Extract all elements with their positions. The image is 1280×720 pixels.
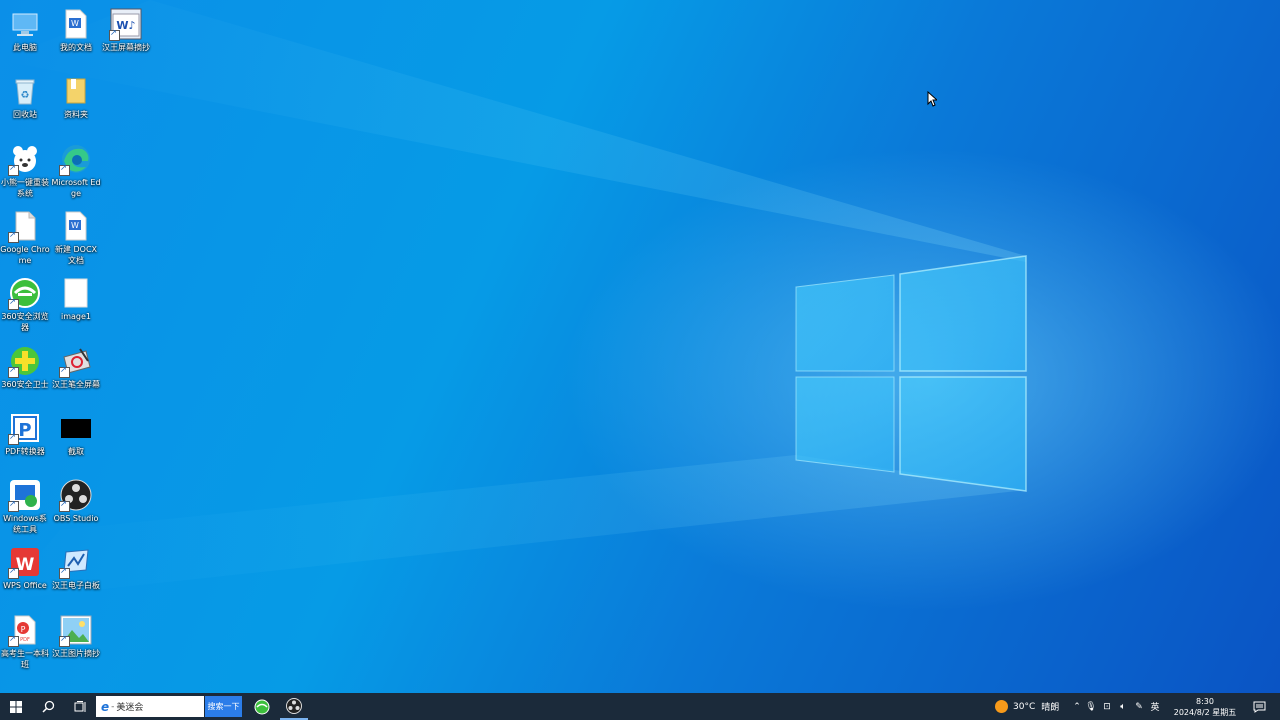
recycle-bin-icon: ♻: [9, 75, 41, 107]
file-icon: [8, 210, 41, 243]
logo-pane-br: [899, 376, 1027, 492]
taskbar-app-360-browser[interactable]: [250, 693, 274, 720]
bear-icon: [8, 143, 41, 176]
task-view-icon: [74, 700, 85, 712]
desktop-icon-360-browser[interactable]: 360安全浏览器: [0, 272, 50, 334]
action-center-button[interactable]: [1248, 693, 1270, 720]
desktop-icon-microsoft-edge[interactable]: Microsoft Edge: [51, 138, 101, 200]
notification-icon: [1253, 701, 1265, 713]
desktop-icon-image1[interactable]: image1: [51, 272, 101, 334]
hanwang-screen-icon: W♪: [109, 8, 142, 41]
desktop-icon-bear-reinstall[interactable]: 小熊一键重装系统: [0, 138, 50, 200]
browser-360-icon: [254, 699, 270, 714]
weather-widget[interactable]: 30°C 晴朗: [995, 693, 1059, 720]
search-button[interactable]: [34, 693, 62, 720]
svg-text:♻: ♻: [21, 90, 30, 101]
desktop-icon-this-pc[interactable]: 此电脑: [0, 3, 50, 65]
desktop-icon-picture-excerpt[interactable]: 汉王图片摘抄: [51, 609, 101, 671]
desktop-icon-capture[interactable]: 截取: [51, 407, 101, 469]
desktop-icon-pdf-converter[interactable]: P PDF转换器: [0, 407, 50, 469]
search-submit-button[interactable]: 搜索一下: [205, 696, 242, 717]
desktop-icon-google-chrome[interactable]: Google Chrome: [0, 205, 50, 267]
task-view-button[interactable]: [66, 693, 94, 720]
windows-tools-icon: [8, 479, 41, 512]
wps-icon: W: [8, 546, 41, 579]
desktop-icon-obs-studio[interactable]: OBS Studio: [51, 474, 101, 536]
search-input[interactable]: [116, 701, 197, 712]
folder-icon: [60, 75, 92, 107]
desktop-icon-wps-office[interactable]: W WPS Office: [0, 541, 50, 603]
weather-temp: 30°C: [1013, 701, 1036, 712]
desktop-wallpaper: 此电脑 ♻ 回收站 小熊一键重装系统 Google Chrome 360安全浏览…: [0, 0, 1280, 693]
start-button[interactable]: [2, 693, 30, 720]
word-document-icon: W: [60, 8, 92, 40]
picture-icon: [59, 614, 92, 647]
taskbar: e - 搜索一下 30°C 晴朗 ⌃ 🎙︎ ⊡ 🔈︎ ✎ 英 8:30 2024…: [0, 693, 1280, 720]
input-method-indicator[interactable]: 英: [1147, 700, 1163, 713]
logo-pane-tr: [899, 255, 1027, 372]
edge-icon: [59, 143, 92, 176]
svg-text:P: P: [21, 625, 26, 634]
svg-text:PDF: PDF: [20, 637, 30, 643]
desktop-icon-hanwang-pen[interactable]: 汉王笔全屏幕: [51, 340, 101, 402]
desktop-icon-folder[interactable]: 资料夹: [51, 70, 101, 132]
guard-360-icon: [8, 345, 41, 378]
svg-text:P: P: [18, 420, 31, 441]
taskbar-app-obs[interactable]: [280, 693, 308, 720]
windows-logo-icon: [10, 700, 22, 713]
clock-date: 2024/8/2 星期五: [1173, 707, 1237, 717]
clock[interactable]: 8:30 2024/8/2 星期五: [1172, 693, 1238, 720]
this-pc-icon: [9, 8, 41, 40]
system-tray: ⌃ 🎙︎ ⊡ 🔈︎ ✎ 英: [1071, 693, 1163, 720]
sun-icon: [995, 700, 1008, 713]
browser-360-icon: [8, 277, 41, 310]
desktop-icon-hanwang-screen[interactable]: W♪ 汉王屏幕摘抄: [101, 3, 151, 65]
clock-time: 8:30: [1196, 696, 1214, 706]
obs-icon: [286, 697, 302, 714]
show-hidden-icons-chevron-icon[interactable]: ⌃: [1071, 702, 1083, 712]
pen-icon[interactable]: ✎: [1131, 702, 1147, 712]
blank-file-icon: [60, 277, 92, 309]
volume-icon[interactable]: 🔈︎: [1115, 702, 1131, 712]
whiteboard-icon: [59, 546, 92, 579]
desktop-icon-my-documents[interactable]: W 我的文档: [51, 3, 101, 65]
desktop-icon-pdf-document[interactable]: PPDF 高考生一本科班: [0, 609, 50, 671]
pen-tablet-icon: [59, 345, 92, 378]
ie-logo-icon: e: [101, 699, 110, 714]
word-document-icon: W: [60, 210, 92, 242]
pdf-converter-icon: P: [8, 412, 41, 445]
network-icon[interactable]: ⊡: [1099, 702, 1115, 712]
desktop-icon-windows-tools[interactable]: Windows系统工具: [0, 474, 50, 536]
desktop-icon-360-guard[interactable]: 360安全卫士: [0, 340, 50, 402]
svg-text:W: W: [71, 221, 79, 230]
desktop-icon-new-docx[interactable]: W 新建 DOCX 文档: [51, 205, 101, 267]
search-icon: [41, 700, 54, 713]
browser-search-box: e -: [96, 696, 204, 717]
black-image-icon: [60, 412, 92, 444]
wallpaper-light-beams: [0, 0, 1027, 600]
desktop-icon-recycle-bin[interactable]: ♻ 回收站: [0, 70, 50, 132]
logo-pane-bl: [795, 376, 895, 473]
mouse-cursor-icon: [927, 91, 937, 107]
obs-icon: [59, 479, 92, 512]
desktop-icon-whiteboard[interactable]: 汉王电子白板: [51, 541, 101, 603]
logo-pane-tl: [795, 274, 895, 372]
microphone-icon[interactable]: 🎙︎: [1083, 702, 1099, 712]
weather-condition: 晴朗: [1041, 703, 1060, 713]
pdf-icon: P PDF: [8, 614, 41, 647]
svg-text:W: W: [71, 19, 79, 28]
